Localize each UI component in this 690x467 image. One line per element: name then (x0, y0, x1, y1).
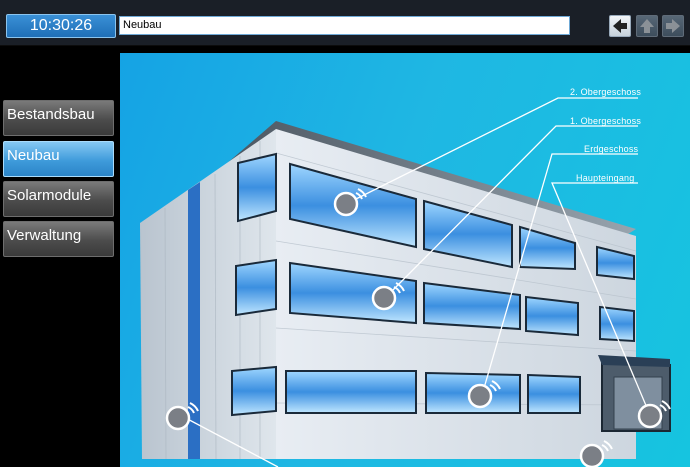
sidebar-item-label: Neubau (7, 147, 60, 164)
hotspot-1-obergeschoss[interactable] (368, 275, 408, 315)
hotspot-fassade[interactable] (162, 395, 202, 435)
hotspot-haupteingang[interactable] (634, 393, 674, 433)
up-arrow-icon (640, 19, 654, 33)
clock-display: 10:30:26 (6, 14, 116, 38)
up-button[interactable] (636, 15, 658, 37)
sidebar-item-neubau[interactable]: Neubau (3, 141, 114, 177)
hotspot-erdgeschoss[interactable] (464, 373, 504, 413)
hotspot-aussenbereich[interactable] (576, 433, 616, 467)
hotspot-2-obergeschoss[interactable] (330, 181, 370, 221)
sidebar-item-label: Verwaltung (7, 227, 82, 244)
forward-arrow-icon (666, 19, 680, 33)
sidebar-item-label: Solarmodule (7, 187, 92, 204)
back-button[interactable] (609, 15, 631, 37)
top-bar: 10:30:26 Neubau (0, 0, 690, 46)
label-2-obergeschoss: 2. Obergeschoss (570, 87, 642, 97)
label-haupteingang: Haupteingang (576, 173, 635, 183)
back-arrow-icon (613, 19, 627, 33)
label-erdgeschoss: Erdgeschoss (584, 144, 639, 154)
sidebar-item-bestandsbau[interactable]: Bestandsbau (3, 100, 114, 136)
label-1-obergeschoss: 1. Obergeschoss (570, 116, 642, 126)
sidebar-item-solarmodule[interactable]: Solarmodule (3, 181, 114, 217)
building-view: 2. Obergeschoss 1. Obergeschoss Erdgesch… (120, 53, 690, 467)
forward-button[interactable] (662, 15, 684, 37)
sidebar-item-verwaltung[interactable]: Verwaltung (3, 221, 114, 257)
sidebar-item-label: Bestandsbau (7, 106, 95, 123)
sidebar: Bestandsbau Neubau Solarmodule Verwaltun… (0, 46, 120, 467)
breadcrumb: Neubau (119, 16, 570, 35)
